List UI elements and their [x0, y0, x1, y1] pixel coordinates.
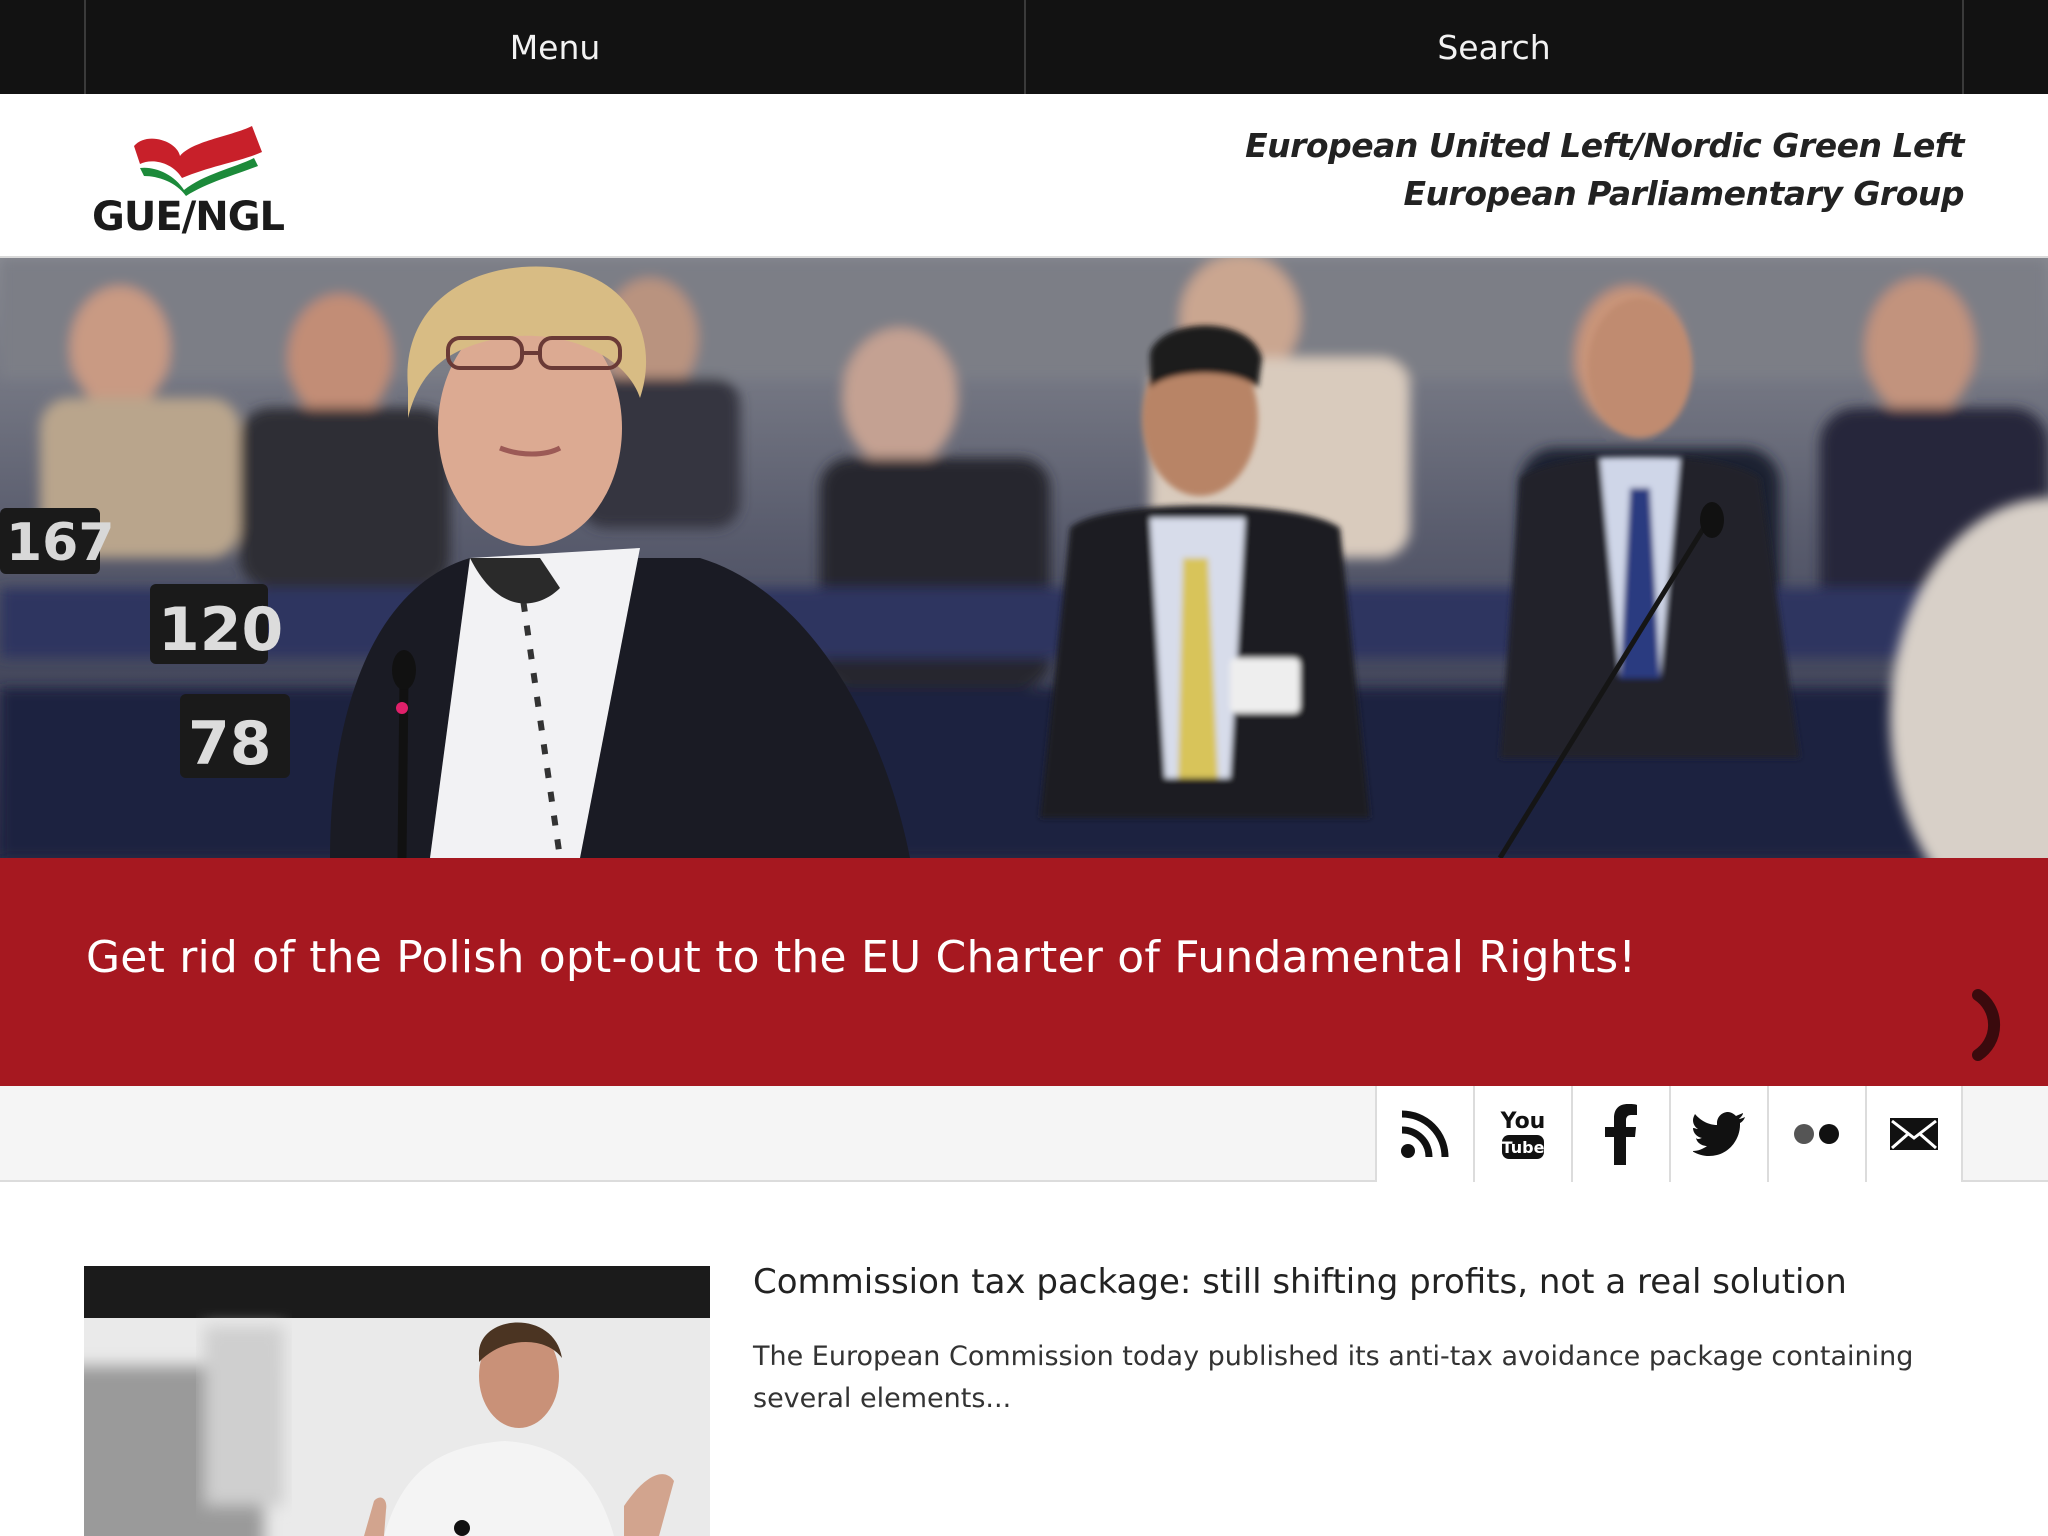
email-link[interactable] [1865, 1086, 1963, 1182]
social-links-bar: You Tube [0, 1086, 2048, 1182]
article-title-link[interactable]: Commission tax package: still shifting p… [753, 1262, 1963, 1302]
youtube-link[interactable]: You Tube [1473, 1086, 1571, 1182]
hero-image[interactable]: 167 120 78 [0, 258, 2048, 858]
twitter-link[interactable] [1669, 1086, 1767, 1182]
search-button[interactable]: Search [1026, 0, 1962, 94]
tagline-line-1: European United Left/Nordic Green Left [1245, 126, 1964, 165]
email-icon [1890, 1118, 1938, 1150]
seat-number: 78 [188, 709, 272, 779]
article-summary: The European Commission today published … [753, 1341, 1914, 1414]
flickr-icon [1794, 1124, 1839, 1144]
flickr-link[interactable] [1767, 1086, 1865, 1182]
twitter-icon [1693, 1112, 1745, 1156]
logo-wordmark: GUE/NGL [92, 194, 285, 240]
rss-icon [1401, 1110, 1449, 1158]
seat-number: 120 [158, 595, 283, 665]
article-thumbnail[interactable] [84, 1266, 710, 1536]
facebook-link[interactable] [1571, 1086, 1669, 1182]
rss-link[interactable] [1375, 1086, 1473, 1182]
youtube-you-text: You [1500, 1109, 1545, 1134]
youtube-tube-text: Tube [1502, 1138, 1545, 1157]
hero-photo: 167 120 78 [0, 258, 2048, 858]
seat-number: 167 [6, 513, 115, 573]
youtube-icon: You Tube [1500, 1109, 1545, 1159]
site-header: GUE/NGL European United Left/Nordic Gree… [0, 94, 2048, 258]
loading-spinner-icon [1972, 989, 2001, 1061]
top-navigation-bar: Menu Search [0, 0, 2048, 94]
article-photo [84, 1266, 710, 1536]
topbar-divider [1962, 0, 1964, 94]
site-tagline: European United Left/Nordic Green Left E… [1245, 122, 1964, 218]
tagline-line-2: European Parliamentary Group [1403, 174, 1965, 213]
menu-button[interactable]: Menu [86, 0, 1024, 94]
site-logo[interactable]: GUE/NGL [92, 116, 298, 242]
hero-headline[interactable]: Get rid of the Polish opt-out to the EU … [86, 932, 1636, 983]
social-icon-group: You Tube [1375, 1086, 1963, 1182]
facebook-icon [1605, 1104, 1637, 1165]
logo-flag-icon [134, 126, 262, 196]
